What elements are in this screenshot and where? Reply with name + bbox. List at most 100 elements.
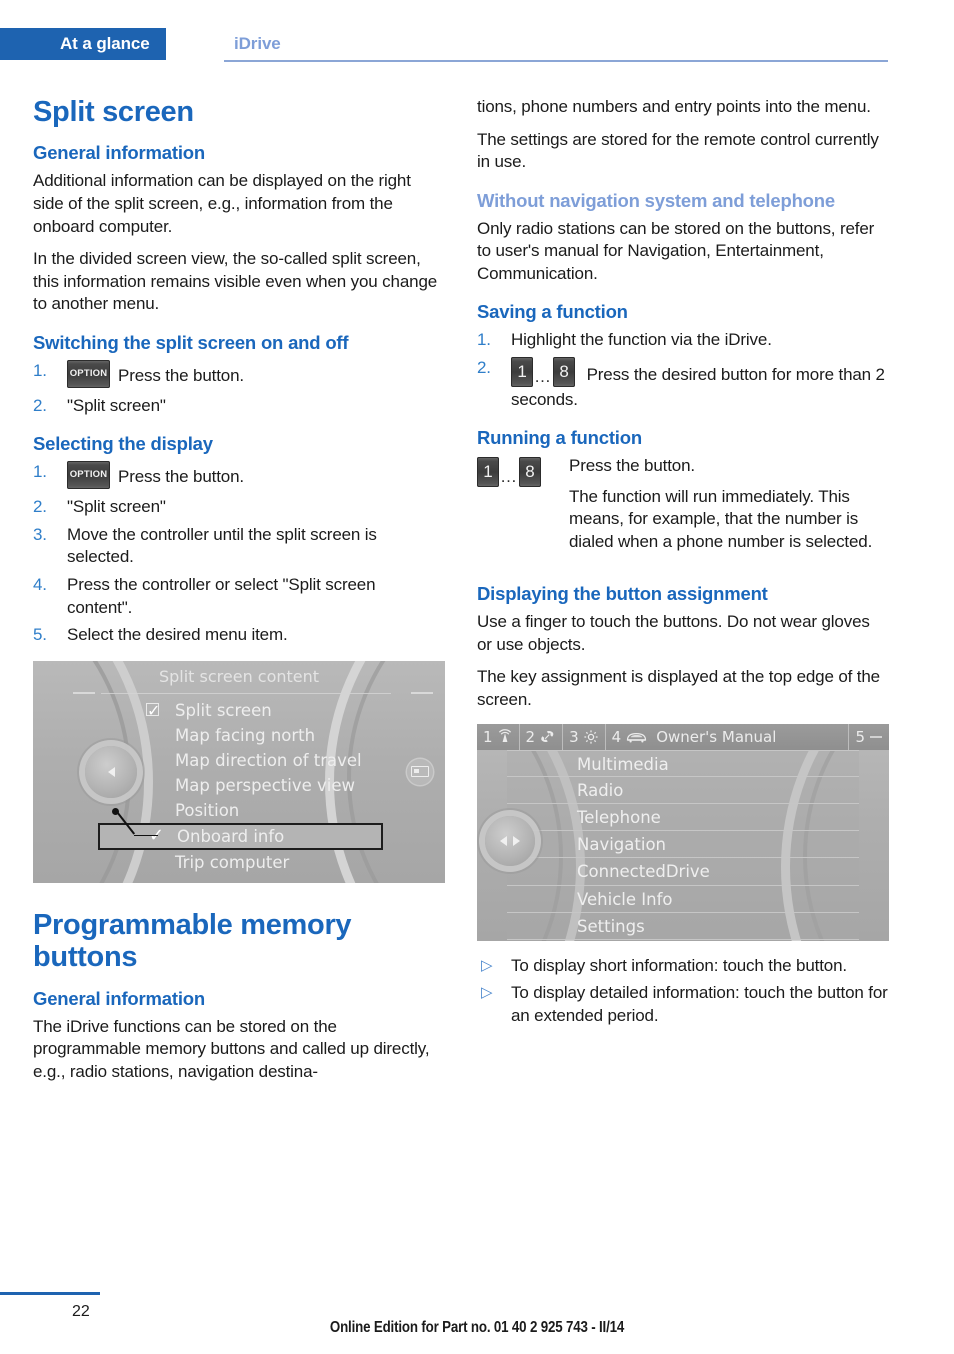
memory-button-1-icon: 1 — [477, 456, 499, 487]
triangle-bullet-icon: ▷ — [481, 956, 493, 974]
key-number: 3 — [569, 727, 579, 746]
heading-switching-split-screen: Switching the split screen on and off — [33, 331, 349, 353]
page-header: At a glance iDrive — [0, 28, 954, 62]
step-number: 1. — [477, 330, 491, 350]
step-item: 2. "Split screen" — [33, 496, 445, 519]
figure-menu-item: Position — [143, 798, 413, 823]
step-text: "Split screen" — [67, 497, 166, 517]
bullet-text: To display detailed information: touch t… — [511, 983, 888, 1025]
step-text: "Split screen" — [67, 395, 166, 415]
heading-saving-a-function: Saving a function — [477, 301, 628, 323]
figure-menu-list: ✓ Split screen Map facing north Map dire… — [98, 698, 413, 875]
figure-menu-item: Radio — [507, 776, 859, 805]
step-item: 5. Select the desired menu item. — [33, 624, 445, 647]
key-cell-5: 5 — [849, 724, 889, 750]
bullet-text: To display short information: touch the … — [511, 955, 847, 975]
figure-menu-item: Settings — [507, 912, 859, 940]
step-item: 4. Press the controller or select "Split… — [33, 574, 445, 619]
figure-menu-item: Trip computer — [143, 850, 413, 875]
paragraph-displaying-2: The key assignment is displayed at the t… — [477, 667, 880, 710]
key-cell-2: 2 — [520, 723, 564, 750]
figure-menu-item: Map perspective view — [143, 773, 413, 798]
option-button-icon: OPTION — [67, 461, 110, 490]
key-cell-4: 4 Owner's Manual — [606, 723, 850, 750]
figure-menu-item-label: Onboard info — [177, 826, 285, 846]
figure-split-screen-content: Split screen content ✓ Split screen Map … — [33, 660, 445, 883]
step-number: 1. — [33, 462, 47, 482]
running-a-function-block: 1… 8 Press the button. The function will … — [477, 455, 889, 563]
memory-button-8-icon: 8 — [519, 456, 541, 487]
figure-menu-item-label: Map direction of travel — [175, 750, 362, 770]
figure-menu-item: ConnectedDrive — [507, 858, 859, 886]
figure-key-assignment-bar: 1 2 3 4 Owner's Manual 5 — [477, 723, 889, 750]
figure-tick-right — [411, 691, 433, 694]
step-text: Press the controller or select "Split sc… — [67, 575, 376, 617]
figure-menu-item: Map facing north — [143, 723, 413, 748]
step-text: Move the controller until the split scre… — [67, 524, 377, 567]
memory-button-1-icon: 1 — [511, 356, 533, 387]
figure-title-rule — [101, 692, 391, 694]
figure-menu-item: Telephone — [507, 804, 859, 832]
step-item: 1. OPTION Press the button. — [33, 461, 445, 491]
ellipsis-icon: … — [534, 366, 552, 386]
figure-menu-item-label: Split screen — [175, 700, 272, 720]
paragraph-continued-1: tions, phone numbers and entry points in… — [477, 97, 871, 116]
paragraph-running-2: The function will run immediately. This … — [569, 486, 873, 551]
paragraph-general-1: Additional information can be displayed … — [33, 171, 411, 236]
paragraph-displaying-1: Use a finger to touch the buttons. Do no… — [477, 612, 870, 654]
arrow-left-icon — [500, 835, 507, 846]
page-title-secondary: Programmable memory buttons — [33, 908, 352, 974]
ellipsis-icon: … — [500, 466, 518, 486]
step-item: 2. "Split screen" — [33, 395, 445, 418]
figure-menu-item-label: Position — [175, 800, 240, 820]
step-number: 3. — [33, 524, 47, 544]
figure-main-menu: 1 2 3 4 Owner's Manual 5 Multimedia Radi… — [477, 723, 889, 941]
heading-general-information-2: General information — [33, 987, 205, 1009]
figure-tick-left — [73, 691, 95, 694]
figure-menu-item: Navigation — [507, 831, 859, 859]
steps-selecting: 1. OPTION Press the button. 2. "Split scr… — [33, 461, 445, 647]
step-item: 1. Highlight the function via the iDrive… — [477, 329, 889, 352]
header-section-label: iDrive — [234, 34, 281, 53]
key-number: 2 — [525, 727, 536, 746]
figure-menu-item-label: Trip computer — [175, 852, 290, 872]
idrive-controller-knob — [485, 815, 535, 866]
step-number: 4. — [33, 575, 47, 595]
footer-rule — [0, 1292, 100, 1295]
paragraph-general2-1: The iDrive functions can be stored on th… — [33, 1016, 430, 1081]
check-icon: ✓ — [149, 824, 165, 846]
figure-menu-item: ✓ Split screen — [143, 698, 413, 723]
heading-selecting-the-display: Selecting the display — [33, 433, 213, 455]
bullet-list-touch-info: ▷ To display short information: touch th… — [477, 955, 889, 1028]
figure-menu-item: Vehicle Info — [507, 885, 859, 913]
step-number: 1. — [33, 360, 47, 380]
heading-displaying-button-assignment: Displaying the button assignment — [477, 583, 768, 605]
key-cell-1: 1 — [477, 723, 520, 750]
key-cell-3: 3 — [563, 723, 606, 750]
paragraph-without-nav: Only radio stations can be stored on the… — [477, 218, 875, 283]
figure-menu-item-label: Map perspective view — [175, 775, 355, 795]
key-number: 5 — [855, 727, 865, 746]
arrow-left-icon — [107, 766, 115, 777]
figure-screen-title: Split screen content — [158, 666, 320, 686]
heading-without-navigation: Without navigation system and telephone — [477, 189, 835, 211]
figure-menu-item-label: Map facing north — [175, 725, 316, 745]
step-text: Select the desired menu item. — [67, 625, 288, 645]
step-number: 2. — [477, 357, 491, 377]
idrive-controller-knob — [85, 745, 137, 798]
figure-main-menu-list: Multimedia Radio Telephone Navigation Co… — [507, 749, 859, 940]
radio-waves-icon — [497, 729, 513, 744]
figure-menu-item: Multimedia — [507, 749, 859, 777]
memory-button-8-icon: 8 — [553, 356, 575, 387]
steps-saving: 1. Highlight the function via the iDrive… — [477, 329, 889, 411]
steps-switching: 1. OPTION Press the button. 2. "Split scr… — [33, 359, 445, 418]
memory-button-range-icon: 1… 8 — [477, 456, 541, 487]
paragraph-continued-2: The settings are stored for the remote c… — [477, 129, 879, 172]
gear-icon — [583, 729, 599, 745]
step-text: Highlight the function via the iDrive. — [511, 330, 772, 350]
key-number: 4 — [611, 727, 622, 746]
step-item: 3. Move the controller until the split s… — [33, 524, 445, 569]
header-rule — [224, 60, 888, 62]
edition-notice: Online Edition for Part no. 01 40 2 925 … — [329, 1319, 625, 1336]
key-number: 1 — [483, 727, 493, 746]
